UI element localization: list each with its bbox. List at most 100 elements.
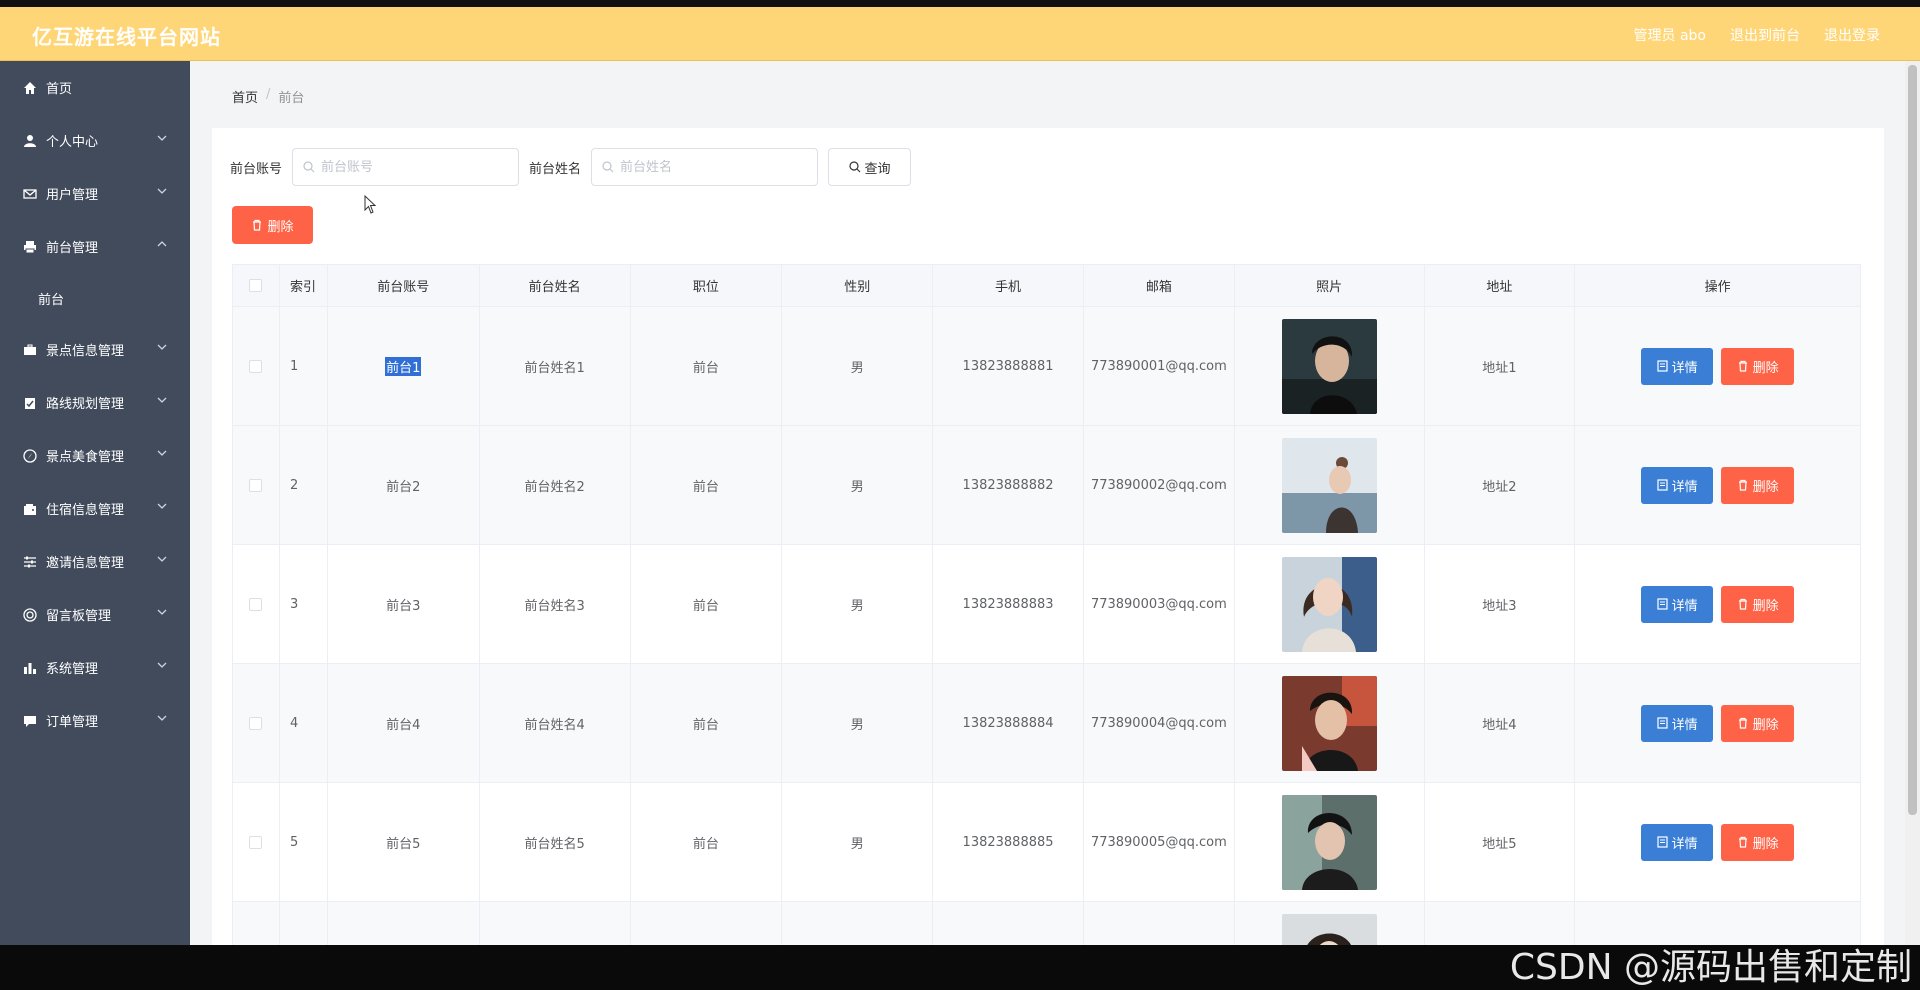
cell-photo [1235,545,1425,663]
header-links: 管理员 abo 退出到前台 退出登录 [1634,25,1880,45]
wallet-icon [22,501,38,517]
name-search-label: 前台姓名 [529,161,582,177]
cell-position: 前台 [631,545,783,663]
detail-button[interactable]: 详情 [1641,466,1714,504]
name-search-input[interactable] [620,159,801,175]
sidebar-subitem-frontdesk[interactable]: 前台 [0,273,190,323]
sidebar-item-orders[interactable]: 订单管理 [0,694,190,747]
cell-account: 前台1 [328,307,480,425]
sidebar-item-food[interactable]: 景点美食管理 [0,429,190,482]
search-icon [303,161,315,173]
sidebar-item-users[interactable]: 用户管理 [0,167,190,220]
cell-index [280,902,328,945]
detail-button[interactable]: 详情 [1641,704,1714,742]
batch-delete-button[interactable]: 删除 [232,206,313,244]
sidebar-item-scenic[interactable]: 景点信息管理 [0,323,190,376]
logout-link[interactable]: 退出登录 [1824,25,1880,45]
sidebar-item-invite[interactable]: 邀请信息管理 [0,535,190,588]
table-header: 索引 前台账号 前台姓名 职位 性别 手机 邮箱 照片 地址 操作 [233,265,1860,307]
cell-email [1084,902,1235,945]
cell-phone: 13823888881 [933,307,1084,425]
header-address: 地址 [1425,265,1576,306]
row-checkbox[interactable] [249,359,263,373]
sidebar-item-home[interactable]: 首页 [0,61,190,114]
cell-gender: 男 [782,664,934,782]
row-checkbox[interactable] [249,597,263,611]
detail-label: 详情 [1671,836,1698,852]
delete-label: 删除 [1752,598,1779,614]
mouse-cursor-icon [364,195,377,214]
trash-icon [253,219,262,231]
account-search-box [292,148,520,186]
header-photo: 照片 [1235,265,1425,306]
cell-photo [1235,902,1425,945]
cell-index: 3 [280,545,328,663]
row-checkbox[interactable] [249,716,263,730]
cell-gender: 男 [782,783,934,901]
sidebar-subitem-label: 前台 [38,292,65,308]
delete-label: 删除 [1752,360,1779,376]
cell-account: 前台2 [328,426,480,544]
name-search-box [591,148,819,186]
photo-thumbnail [1281,437,1377,533]
printer-icon [22,239,38,255]
cell-actions: 详情 删除 [1575,307,1860,425]
delete-button[interactable]: 删除 [1721,704,1795,742]
delete-button[interactable]: 删除 [1721,585,1795,623]
query-button[interactable]: 查询 [828,148,912,186]
chevron-down-icon [157,715,167,721]
sidebar-item-label: 系统管理 [46,662,99,677]
detail-button[interactable]: 详情 [1641,823,1714,861]
table-row: 5 前台5 前台姓名5 前台 男 13823888885 773890005@q… [233,783,1860,902]
cell-phone: 13823888882 [933,426,1084,544]
cell-gender: 男 [782,545,934,663]
row-checkbox[interactable] [249,835,263,849]
sidebar-item-label: 路线规划管理 [46,397,125,412]
scrollbar-thumb[interactable] [1908,65,1917,815]
delete-button[interactable]: 删除 [1721,347,1795,385]
cell-index: 2 [280,426,328,544]
cell-name: 前台姓名4 [480,664,631,782]
document-icon [1657,836,1668,848]
detail-button[interactable]: 详情 [1641,347,1714,385]
breadcrumb: 首页 / 前台 [232,87,304,106]
table-row: 1 前台1 前台姓名1 前台 男 13823888881 773890001@q… [233,307,1860,426]
delete-button[interactable]: 删除 [1721,466,1795,504]
cell-position: 前台 [631,783,783,901]
delete-button[interactable]: 删除 [1721,823,1795,861]
detail-label: 详情 [1671,360,1698,376]
row-checkbox[interactable] [249,478,263,492]
sidebar-item-route[interactable]: 路线规划管理 [0,376,190,429]
sidebar-item-guestbook[interactable]: 留言板管理 [0,588,190,641]
cell-name [480,902,631,945]
row-select-cell [233,426,280,544]
cell-actions: 详情 删除 [1575,664,1860,782]
sidebar-item-system[interactable]: 系统管理 [0,641,190,694]
detail-button[interactable]: 详情 [1641,585,1714,623]
sidebar-item-lodging[interactable]: 住宿信息管理 [0,482,190,535]
row-select-cell [233,664,280,782]
chevron-down-icon [157,556,167,562]
bar-chart-icon [22,660,38,676]
breadcrumb-current: 前台 [278,91,305,106]
sidebar-item-label: 景点美食管理 [46,450,125,465]
sidebar-item-frontdesk[interactable]: 前台管理 [0,220,190,273]
circle-icon [22,607,38,623]
cell-actions: 详情 删除 [1575,426,1860,544]
cell-account: 前台3 [328,545,480,663]
vertical-scrollbar[interactable] [1905,61,1920,945]
cell-index: 5 [280,783,328,901]
chevron-down-icon [157,397,167,403]
delete-label: 删除 [1752,717,1779,733]
select-all-checkbox[interactable] [249,279,263,292]
exit-to-front-link[interactable]: 退出到前台 [1730,25,1800,45]
sidebar-item-label: 用户管理 [46,188,99,203]
admin-label[interactable]: 管理员 abo [1634,25,1706,45]
account-search-input[interactable] [321,159,502,175]
top-strip [0,0,1920,7]
sidebar-item-label: 住宿信息管理 [46,503,125,518]
sidebar-item-personal[interactable]: 个人中心 [0,114,190,167]
cell-position: 前台 [631,426,783,544]
breadcrumb-home[interactable]: 首页 [232,87,258,106]
frontdesk-table: 索引 前台账号 前台姓名 职位 性别 手机 邮箱 照片 地址 操作 1 前台1 … [232,264,1861,945]
